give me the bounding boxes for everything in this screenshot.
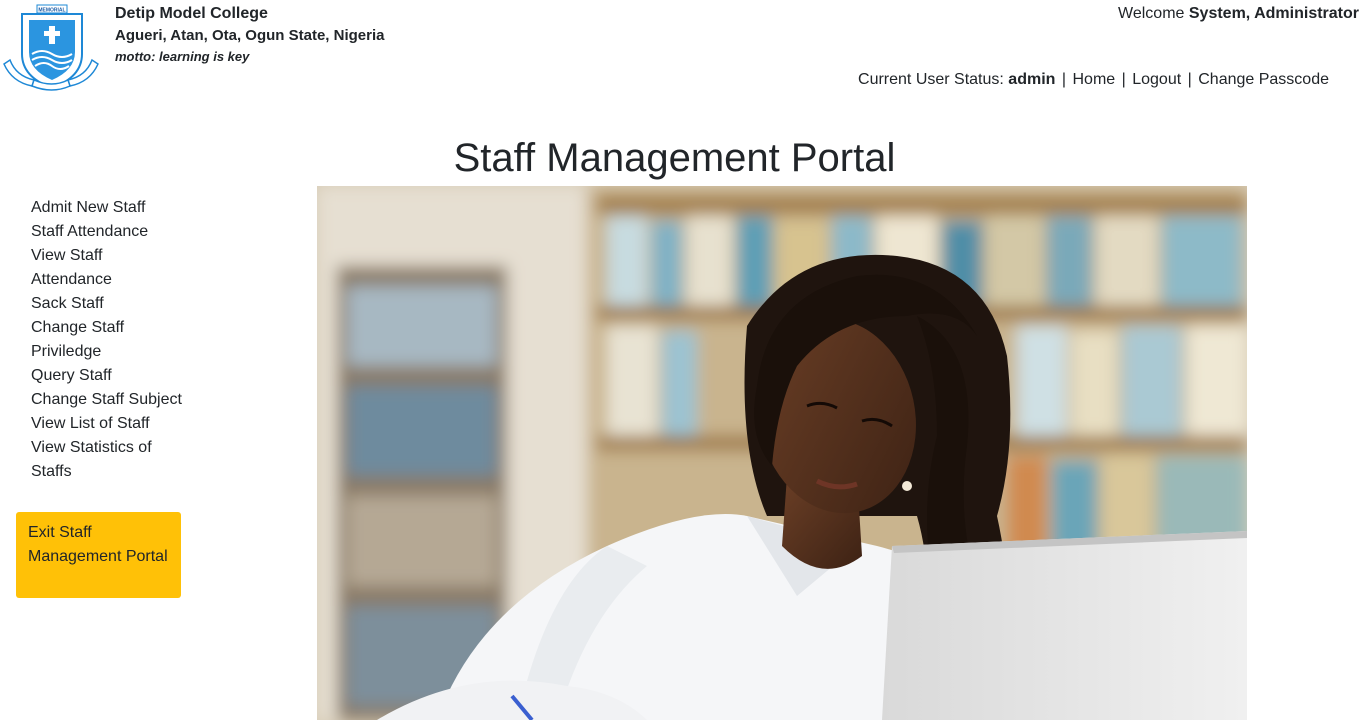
status-label: Current User Status: [858, 71, 1004, 88]
sidebar-item-query-staff[interactable]: Query Staff [31, 364, 191, 388]
welcome-message: Welcome System, Administrator [1118, 4, 1359, 24]
school-info: Detip Model College Agueri, Atan, Ota, O… [115, 4, 384, 66]
sidebar-item-sack-staff[interactable]: Sack Staff [31, 292, 191, 316]
separator: | [1061, 71, 1067, 88]
sidebar-item-view-statistics-of-staffs[interactable]: View Statistics of Staffs [31, 436, 156, 484]
sidebar-item-admit-new-staff[interactable]: Admit New Staff [31, 196, 191, 220]
welcome-user-name: System, Administrator [1188, 5, 1359, 22]
exit-portal-button[interactable]: Exit Staff Management Portal [16, 512, 181, 598]
sidebar-item-change-staff-priviledge[interactable]: Change Staff Priviledge [31, 316, 151, 364]
school-motto: motto: learning is key [115, 49, 250, 64]
sidebar-item: Sack Staff [31, 292, 191, 316]
school-name: Detip Model College [115, 5, 268, 22]
sidebar-item: Staff Attendance [31, 220, 191, 244]
logout-link[interactable]: Logout [1132, 71, 1181, 88]
user-status-bar: Current User Status: admin | Home | Logo… [858, 70, 1329, 90]
sidebar-item: Change Staff Subject [31, 388, 191, 412]
svg-text:MEMORIAL: MEMORIAL [38, 8, 65, 14]
status-value: admin [1008, 71, 1056, 88]
sidebar-item-view-list-of-staff[interactable]: View List of Staff [31, 412, 191, 436]
school-crest-icon: MEMORIAL [3, 4, 99, 91]
hero-image [317, 186, 1247, 720]
sidebar-item-staff-attendance[interactable]: Staff Attendance [31, 220, 191, 244]
page-title: Staff Management Portal [453, 136, 896, 180]
welcome-prefix: Welcome [1118, 5, 1185, 22]
sidebar-item-change-staff-subject[interactable]: Change Staff Subject [31, 388, 191, 412]
separator: | [1121, 71, 1126, 88]
sidebar-item: View Statistics of Staffs [31, 436, 191, 484]
sidebar-item: Admit New Staff [31, 196, 191, 220]
sidebar-menu: Admit New Staff Staff Attendance View St… [31, 196, 191, 484]
home-link[interactable]: Home [1072, 71, 1115, 88]
sidebar-item-view-staff-attendance[interactable]: View Staff Attendance [31, 244, 151, 292]
sidebar-item: View Staff Attendance [31, 244, 191, 292]
school-address: Agueri, Atan, Ota, Ogun State, Nigeria [115, 27, 385, 44]
change-passcode-link[interactable]: Change Passcode [1198, 71, 1329, 88]
separator: | [1187, 71, 1192, 88]
sidebar-item: Change Staff Priviledge [31, 316, 191, 364]
school-logo: MEMORIAL [2, 2, 100, 94]
sidebar-item: View List of Staff [31, 412, 191, 436]
student-studying-illustration [317, 186, 1247, 720]
sidebar-item: Query Staff [31, 364, 191, 388]
